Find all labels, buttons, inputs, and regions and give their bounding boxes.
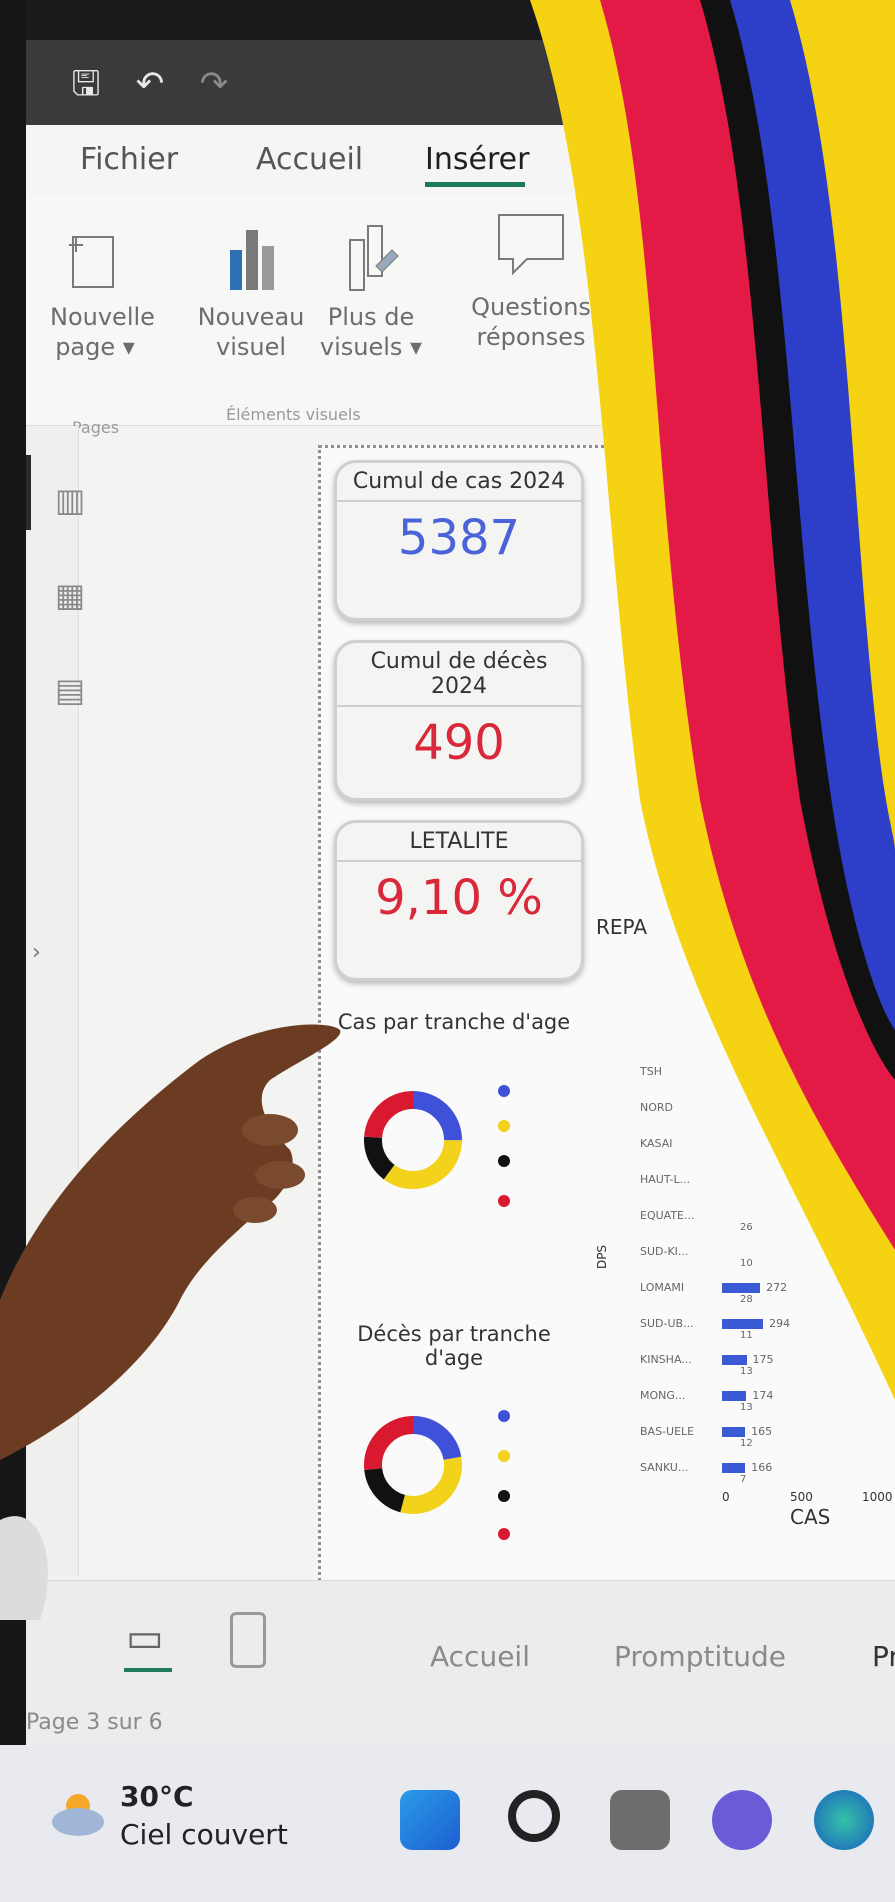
- pointing-hand: [0, 1024, 341, 1620]
